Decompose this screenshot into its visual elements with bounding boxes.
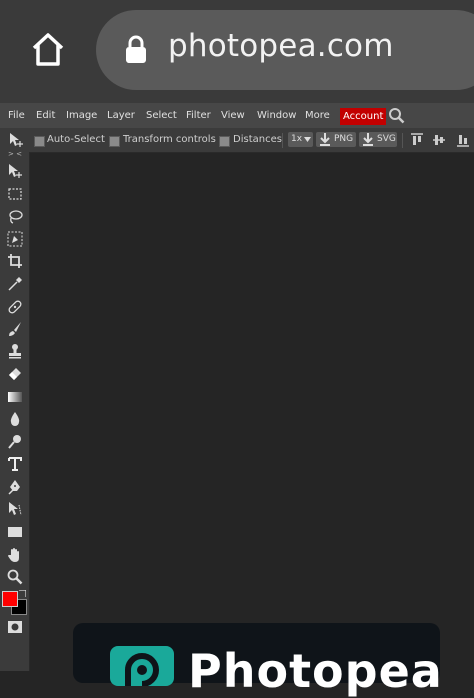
menu-view[interactable]: View [221,103,245,128]
crop-tool-icon [8,254,22,268]
rectangle-tool-icon [8,527,22,537]
url-text[interactable]: photopea.com [168,28,394,64]
path-select-tool-icon [9,502,22,516]
chevron-down-icon [304,137,311,142]
type-tool-button[interactable] [4,454,26,474]
menu-image[interactable]: Image [66,103,97,128]
swap-colors-icon[interactable] [19,590,26,597]
menu-more[interactable]: More [305,103,330,128]
menu-account[interactable]: Account [340,108,387,125]
hand-tool-icon [8,548,19,562]
quick-mask-icon [8,621,22,633]
path-select-tool-button[interactable] [4,499,26,519]
zoom-select[interactable]: 1x [288,132,313,147]
zoom-value: 1x [291,134,303,144]
zoom-tool-icon [7,569,23,585]
eyedropper-tool-icon [8,277,22,291]
clone-stamp-tool-button[interactable] [4,341,26,361]
move-tool-icon [10,133,23,147]
divider [282,133,283,148]
gradient-tool-icon [8,392,22,402]
marquee-tool-icon [8,188,22,200]
menu-filter[interactable]: Filter [186,103,211,128]
collapse-toggle[interactable]: > < [8,150,22,158]
align-top-icon[interactable] [410,133,424,147]
clone-stamp-tool-icon [9,344,21,359]
blur-tool-button[interactable] [4,409,26,429]
distances-label: Distances [233,134,282,145]
eraser-tool-icon [9,368,21,380]
menu-select[interactable]: Select [146,103,177,128]
download-icon [363,133,373,146]
pen-tool-icon [8,480,20,495]
menu-layer[interactable]: Layer [107,103,135,128]
lock-icon [126,35,146,63]
quick-select-tool-icon [7,231,23,247]
align-middle-icon[interactable] [432,133,446,147]
auto-select-checkbox[interactable] [34,136,45,147]
export-png-button[interactable]: PNG [316,132,356,147]
menu-edit[interactable]: Edit [36,103,55,128]
search-icon[interactable] [388,107,405,124]
auto-select-label: Auto-Select [47,134,105,145]
svg-label: SVG [377,134,396,144]
transform-controls-label: Transform controls [123,134,216,145]
export-svg-button[interactable]: SVG [359,132,397,147]
blur-tool-icon [10,412,20,426]
align-bottom-icon[interactable] [456,133,470,147]
foreground-color-swatch[interactable] [2,591,18,607]
menu-file[interactable]: File [8,103,25,128]
photopea-logo [110,646,174,687]
splash-title: Photopea [188,644,443,698]
lasso-tool-button[interactable] [4,207,26,227]
pen-tool-button[interactable] [4,477,26,497]
gradient-tool-button[interactable] [4,387,26,407]
distances-checkbox[interactable] [219,136,230,147]
lasso-tool-icon [9,210,23,224]
png-label: PNG [334,134,354,144]
transform-controls-checkbox[interactable] [109,136,120,147]
home-button[interactable] [24,26,72,74]
dodge-tool-icon [8,435,21,449]
brush-tool-button[interactable] [4,319,26,339]
rectangle-tool-button[interactable] [4,522,26,542]
eraser-tool-button[interactable] [4,364,26,384]
canvas-area[interactable] [30,153,474,671]
home-icon [32,33,64,66]
quick-select-tool-button[interactable] [4,229,26,249]
healing-brush-tool-icon [8,300,22,314]
zoom-tool-button[interactable] [4,567,26,587]
menu-window[interactable]: Window [257,103,296,128]
move-tool-icon [9,164,22,178]
options-bar: Auto-Select Transform controls Distances… [0,128,474,153]
move-tool-button[interactable] [4,161,26,181]
dodge-tool-button[interactable] [4,432,26,452]
marquee-tool-button[interactable] [4,184,26,204]
brush-tool-icon [9,322,21,336]
download-icon [320,133,330,146]
divider [402,133,403,148]
hand-tool-button[interactable] [4,545,26,565]
type-tool-icon [8,457,22,471]
photopea-logo-mark [125,653,159,687]
crop-tool-button[interactable] [4,251,26,271]
quick-mask-button[interactable] [4,617,26,637]
eyedropper-tool-button[interactable] [4,274,26,294]
healing-brush-tool-button[interactable] [4,297,26,317]
